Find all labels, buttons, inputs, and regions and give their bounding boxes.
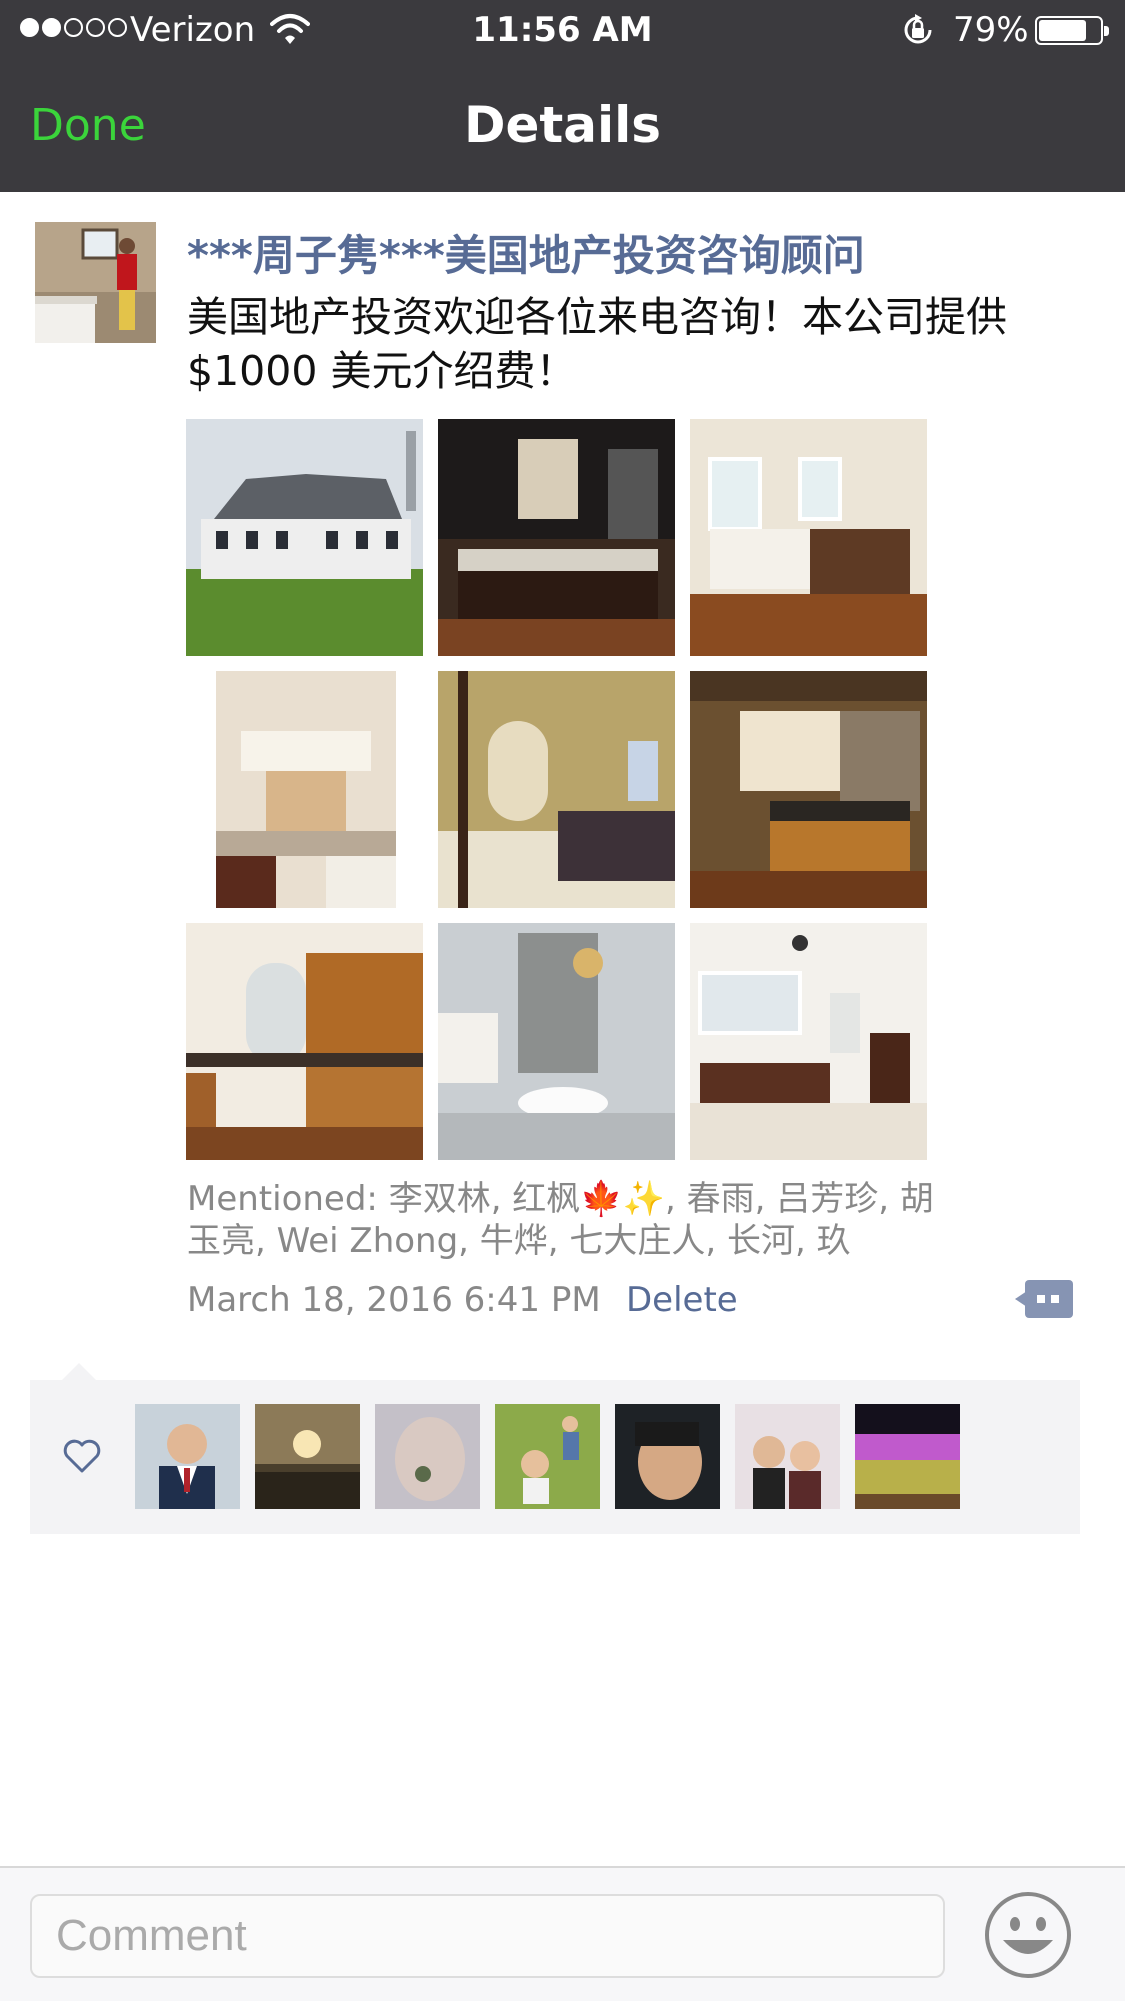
photo-dark-kitchen[interactable] xyxy=(438,419,675,656)
liker-avatar[interactable] xyxy=(255,1404,360,1509)
author-name[interactable]: ***周子隽***美国地产投资咨询顾问 xyxy=(187,222,865,283)
post-timestamp: March 18, 2016 6:41 PM xyxy=(187,1280,601,1320)
author-avatar[interactable] xyxy=(35,222,156,343)
mentioned-users[interactable]: Mentioned: 李双林, 红枫🍁✨, 春雨, 吕芳珍, 胡玉亮, Wei … xyxy=(187,1178,937,1262)
likes-panel xyxy=(30,1380,1080,1534)
comment-input[interactable] xyxy=(30,1894,945,1978)
battery-percent: 79% xyxy=(953,10,1029,50)
photo-bedroom[interactable] xyxy=(438,671,675,908)
photo-wood-cabinets[interactable] xyxy=(186,923,423,1160)
photo-grid xyxy=(186,419,928,1160)
liker-avatar[interactable] xyxy=(615,1404,720,1509)
liker-avatar[interactable] xyxy=(375,1404,480,1509)
post-text: 美国地产投资欢迎各位来电咨询！本公司提供$1000 美元介绍费！ xyxy=(187,293,1007,395)
liker-avatar[interactable] xyxy=(495,1404,600,1509)
battery-icon xyxy=(1035,16,1109,45)
page-title: Details xyxy=(463,96,662,154)
top-bar: Verizon 11:56 AM 79% Done Details xyxy=(0,0,1125,192)
liker-avatars xyxy=(135,1404,960,1509)
liker-avatar[interactable] xyxy=(855,1404,960,1509)
rotation-lock-icon xyxy=(904,14,932,44)
photo-stone-kitchen[interactable] xyxy=(690,671,927,908)
comment-bar xyxy=(0,1866,1125,2001)
status-bar: Verizon 11:56 AM 79% xyxy=(0,0,1125,62)
heart-icon xyxy=(63,1439,101,1473)
photo-bright-bathroom[interactable] xyxy=(690,923,927,1160)
photo-range-hood[interactable] xyxy=(186,671,423,908)
delete-button[interactable]: Delete xyxy=(626,1280,738,1320)
photo-white-kitchen[interactable] xyxy=(690,419,927,656)
liker-avatar[interactable] xyxy=(735,1404,840,1509)
comment-menu-icon[interactable] xyxy=(1015,1278,1075,1320)
battery-level xyxy=(1039,20,1086,41)
photo-bathroom-tub[interactable] xyxy=(438,923,675,1160)
liker-avatar[interactable] xyxy=(135,1404,240,1509)
emoji-icon[interactable] xyxy=(983,1890,1073,1980)
photo-house-exterior[interactable] xyxy=(186,419,423,656)
likes-caret xyxy=(62,1363,96,1380)
